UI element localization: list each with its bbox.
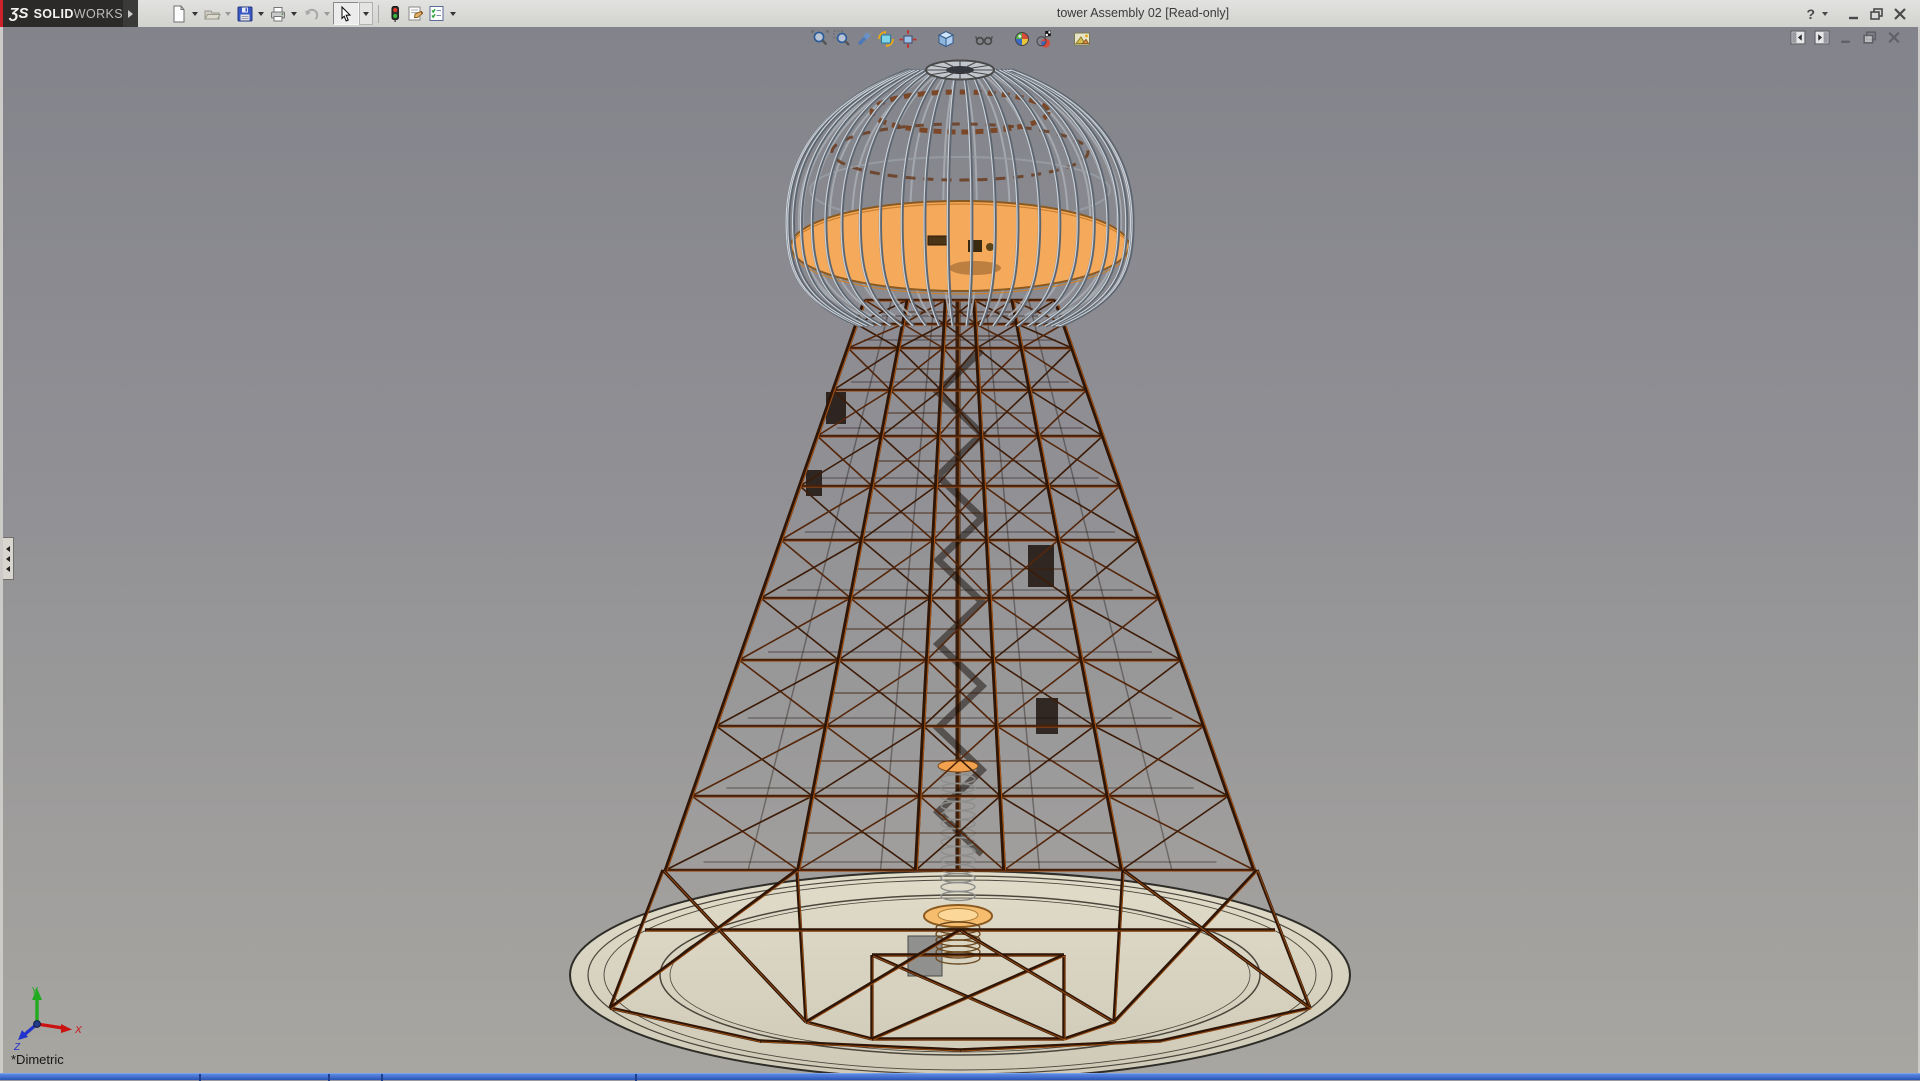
toolbar-separator (378, 5, 379, 23)
brand-text-light: WORKS (74, 7, 123, 21)
zoom-to-fit-button[interactable] (809, 28, 831, 50)
select-dropdown[interactable] (359, 2, 373, 25)
solidworks-logo: ƷS SOLID WORKS (0, 0, 123, 27)
hidden-lines-glasses-icon (974, 29, 994, 49)
view-toolbar (809, 28, 1093, 50)
zoom-to-fit-icon (810, 29, 830, 49)
open-button[interactable] (201, 3, 222, 24)
select-cursor-icon (337, 5, 355, 23)
zoom-to-area-button[interactable] (831, 28, 853, 50)
select-button[interactable] (333, 2, 359, 25)
new-document-dropdown[interactable] (189, 3, 201, 24)
solidworks-window: ƷS SOLID WORKS (0, 0, 1920, 1080)
reference-triad: Y X Z (11, 982, 91, 1057)
help-button[interactable]: ? (1806, 6, 1815, 22)
standard-views-cube-icon (936, 29, 956, 49)
save-button[interactable] (234, 3, 255, 24)
render-button[interactable] (1033, 28, 1055, 50)
traffic-light-button[interactable] (384, 3, 405, 24)
print-icon (269, 5, 287, 23)
undo-dropdown[interactable] (321, 3, 333, 24)
open-folder-icon (203, 5, 221, 23)
close-document-button[interactable] (1886, 30, 1902, 45)
minimize-button[interactable] (1846, 7, 1862, 21)
standard-views-button[interactable] (935, 28, 957, 50)
render-checkered-flag-icon (1034, 29, 1054, 49)
restore-button[interactable] (1869, 7, 1885, 21)
collapse-arrow-icon (6, 566, 10, 572)
print-button[interactable] (267, 3, 288, 24)
brand-glyph: ƷS (9, 5, 28, 22)
collapse-arrow-icon (6, 556, 10, 562)
rotate-view-button[interactable] (875, 28, 897, 50)
undo-arrow-icon (302, 5, 320, 23)
design-checklist-icon (427, 4, 446, 23)
flyout-arrow-icon (128, 10, 133, 18)
dome-top-cap (926, 61, 994, 80)
collapse-arrow-icon (6, 546, 10, 552)
comment-sheet-icon (406, 4, 425, 23)
open-dropdown[interactable] (222, 3, 234, 24)
design-checker-dropdown[interactable] (447, 3, 459, 24)
menu-flyout-button[interactable] (123, 0, 138, 27)
comment-button[interactable] (405, 3, 426, 24)
save-dropdown[interactable] (255, 3, 267, 24)
shaded-sphere-icon (1012, 29, 1032, 49)
standard-toolbar (168, 2, 459, 25)
tower-model-canvas[interactable] (0, 27, 1920, 1073)
zoom-in-out-button[interactable] (853, 28, 875, 50)
document-window-controls (1790, 30, 1902, 45)
help-dropdown[interactable] (1822, 12, 1828, 16)
restore-document-button[interactable] (1862, 30, 1878, 45)
save-floppy-icon (236, 5, 254, 23)
zoom-to-area-icon (832, 29, 852, 49)
graphics-viewport[interactable]: Y X Z *Dimetric (0, 27, 1920, 1073)
document-title: tower Assembly 02 [Read-only] (1057, 6, 1229, 20)
new-document-button[interactable] (168, 3, 189, 24)
pan-icon (898, 29, 918, 49)
pane-toggle-right-button[interactable] (1814, 30, 1830, 45)
brand-text-bold: SOLID (34, 7, 74, 21)
rotate-view-icon (876, 29, 896, 49)
triad-x-label: X (74, 1025, 82, 1036)
scene-button[interactable] (1071, 28, 1093, 50)
brand-red-stripe (0, 0, 3, 27)
window-controls: ? (1806, 4, 1908, 23)
base-pad (570, 871, 1350, 1073)
print-dropdown[interactable] (288, 3, 300, 24)
titlebar: ƷS SOLID WORKS (0, 0, 1920, 28)
design-checker-button[interactable] (426, 3, 447, 24)
pane-toggle-left-button[interactable] (1790, 30, 1806, 45)
scene-frame-icon (1072, 29, 1092, 49)
new-document-icon (170, 5, 188, 23)
pan-button[interactable] (897, 28, 919, 50)
undo-button[interactable] (300, 3, 321, 24)
feature-panel-collapse-tab[interactable] (3, 537, 14, 580)
close-button[interactable] (1892, 7, 1908, 21)
view-orientation-label: *Dimetric (11, 1052, 64, 1067)
zoom-in-out-icon (854, 29, 874, 49)
minimize-document-button[interactable] (1838, 30, 1854, 45)
traffic-light-icon (386, 5, 404, 23)
os-taskbar-edge[interactable] (0, 1073, 1920, 1080)
hidden-lines-button[interactable] (973, 28, 995, 50)
shaded-button[interactable] (1011, 28, 1033, 50)
